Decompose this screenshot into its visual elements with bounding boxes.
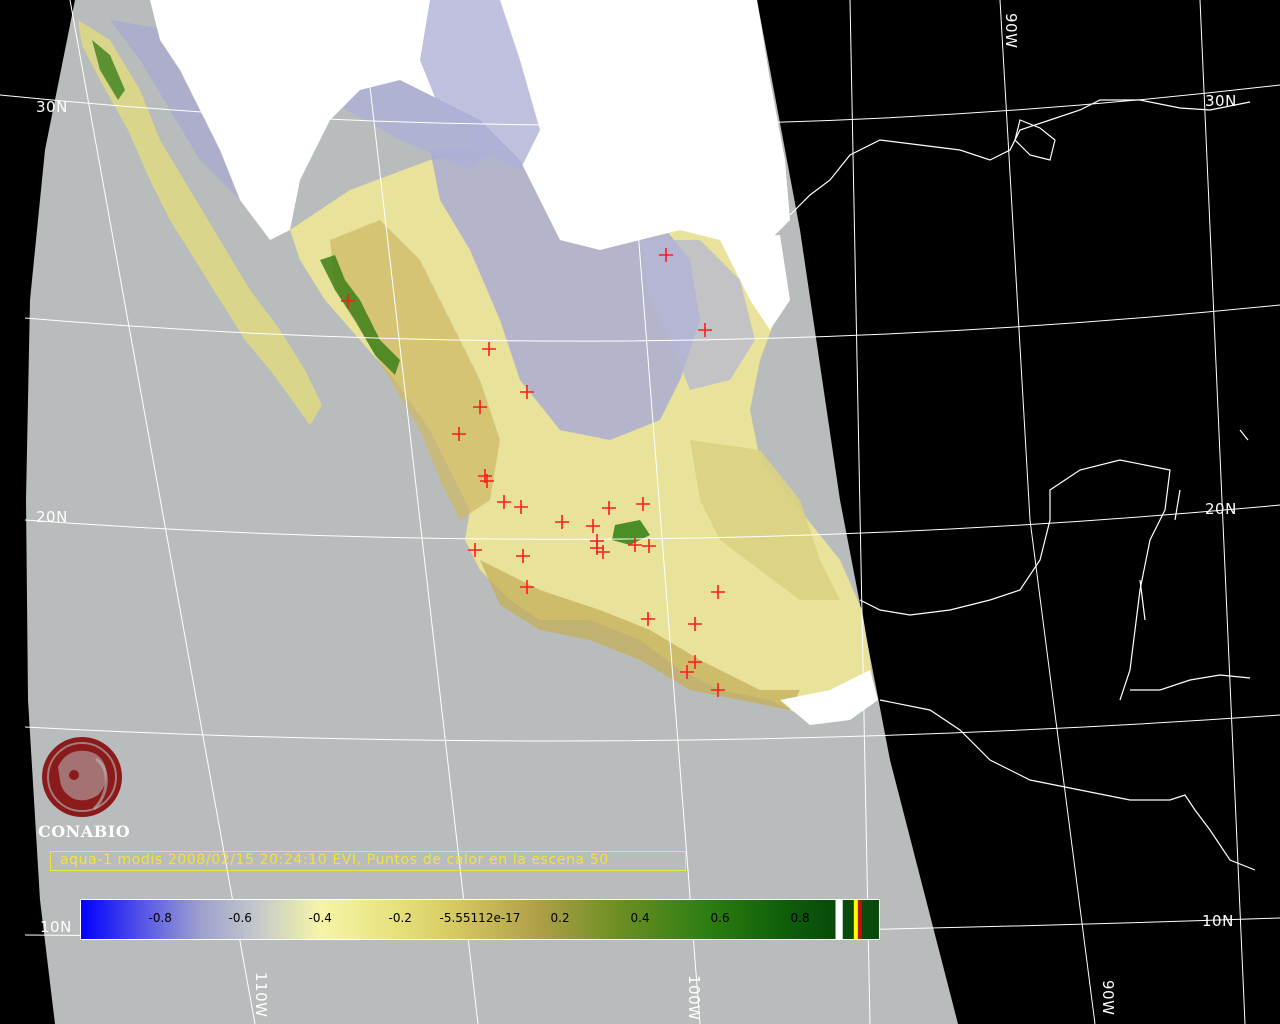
colorbar-tick-label: -5.55112e-17	[439, 911, 521, 925]
lat-label-30n-right: 30N	[1205, 92, 1237, 110]
lat-label-10n-right: 10N	[1202, 912, 1234, 930]
lat-label-10n-left: 10N	[40, 918, 72, 936]
caption-text: aqua-1 modis 2008/02/15 20:24:10 EVI, Pu…	[60, 852, 609, 868]
lon-label-100w: 100W	[685, 975, 703, 1021]
lat-label-20n-left: 20N	[36, 508, 68, 526]
colorbar-tick-label: 0.8	[790, 911, 810, 925]
colorbar-tick-label: 0.6	[710, 911, 730, 925]
conabio-logo-name: CONABIO	[38, 822, 131, 841]
colorbar-tick-label: -0.8	[148, 911, 172, 925]
lon-label-90w-top: 90W	[1002, 13, 1020, 49]
colorbar-tick-label: -0.6	[228, 911, 252, 925]
colorbar-tick-label: -0.2	[388, 911, 412, 925]
colorbar-tick-label: 0.2	[550, 911, 570, 925]
colorbar-tick-label: 0.4	[630, 911, 650, 925]
lat-label-20n-right: 20N	[1205, 500, 1237, 518]
colorbar-tick-label: -0.4	[308, 911, 332, 925]
lat-label-30n-left: 30N	[36, 98, 68, 116]
lon-label-90w-bottom: 90W	[1099, 980, 1117, 1016]
lon-label-110w: 110W	[252, 972, 270, 1018]
